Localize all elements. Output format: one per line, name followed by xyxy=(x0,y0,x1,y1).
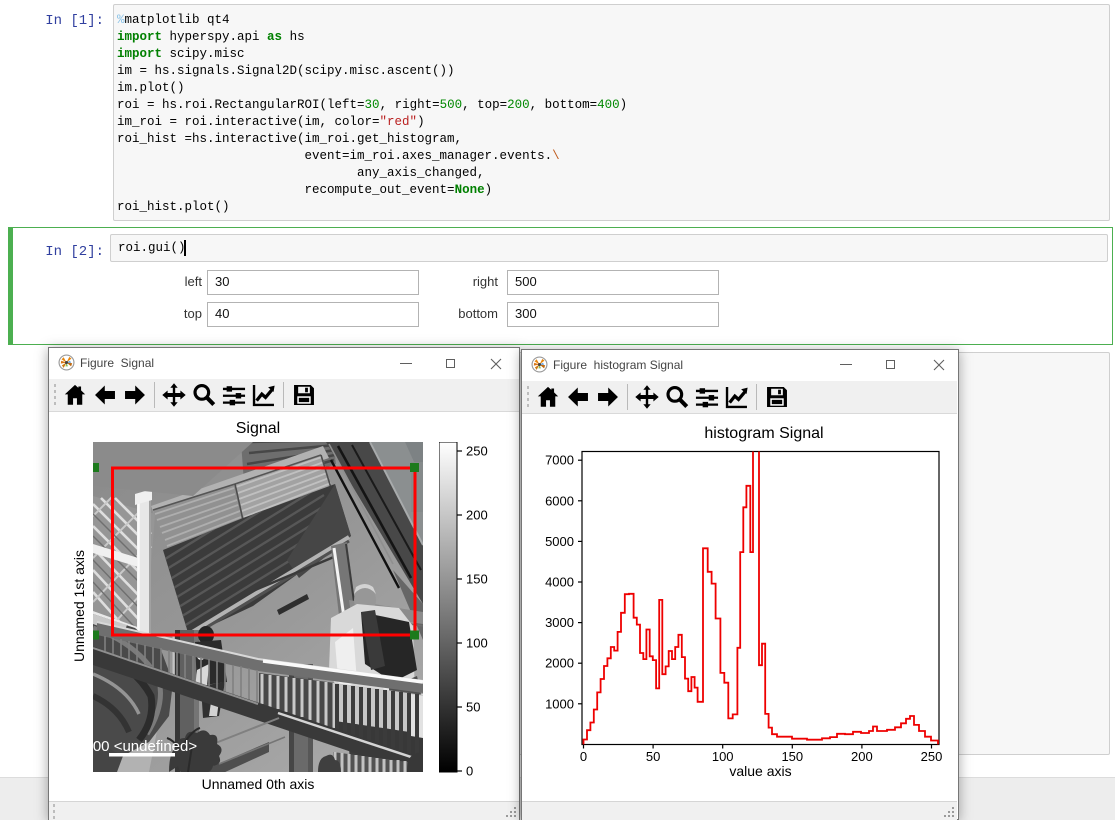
svg-text:250: 250 xyxy=(921,749,943,764)
svg-text:4000: 4000 xyxy=(545,575,574,590)
svg-text:200: 200 xyxy=(851,749,873,764)
svg-text:5000: 5000 xyxy=(545,534,574,549)
svg-text:250: 250 xyxy=(466,444,488,459)
svg-text:50: 50 xyxy=(646,749,660,764)
svg-text:7000: 7000 xyxy=(545,453,574,468)
svg-text:200: 200 xyxy=(466,508,488,523)
svg-text:0: 0 xyxy=(466,764,473,779)
svg-text:500 <undefined>: 500 <undefined> xyxy=(93,738,197,755)
svg-text:value axis: value axis xyxy=(729,763,791,779)
svg-text:2000: 2000 xyxy=(545,656,574,671)
svg-text:0: 0 xyxy=(580,749,587,764)
svg-text:3000: 3000 xyxy=(545,615,574,630)
svg-text:50: 50 xyxy=(466,700,480,715)
svg-text:100: 100 xyxy=(712,749,734,764)
svg-text:150: 150 xyxy=(466,572,488,587)
svg-text:1000: 1000 xyxy=(545,696,574,711)
svg-text:6000: 6000 xyxy=(545,493,574,508)
svg-text:100: 100 xyxy=(466,636,488,651)
svg-text:150: 150 xyxy=(781,749,803,764)
